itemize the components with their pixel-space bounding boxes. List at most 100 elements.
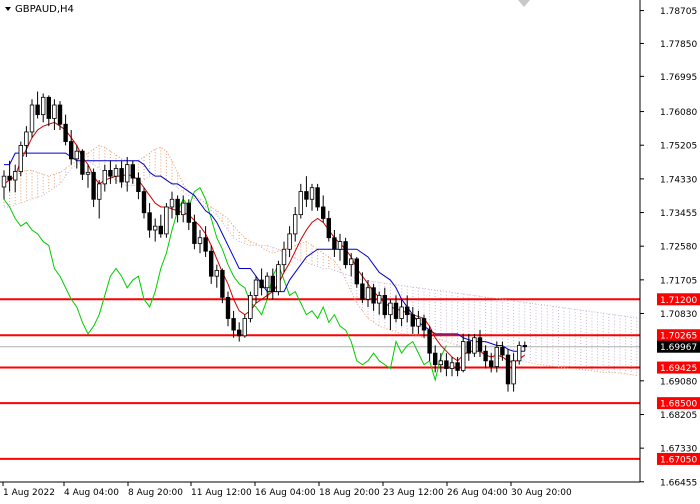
candle-body [376,295,382,304]
x-tick-label: 16 Aug 04:00 [255,488,316,498]
candle-body [326,218,331,239]
candle-body [41,96,46,116]
candle-body [164,206,169,235]
candle-body [449,362,455,369]
level-price-label: 1.71200 [660,296,697,306]
candle-body [220,270,225,298]
candle-body [35,104,40,116]
ichimoku-candlestick-chart: 1.78705 1.77850 1.76995 1.76080 1.75205 1.743… [0,0,700,500]
candle-body [63,123,68,142]
candle-body [102,170,107,185]
candle-body [7,175,12,181]
candle-body [472,337,477,354]
candle-body [225,296,231,319]
candle-body [24,131,29,146]
candle-body [466,341,471,354]
y-tick-label: 1.78705 [660,7,697,17]
candle-body [18,145,23,172]
candle-body [371,287,376,304]
candle-body [208,250,214,277]
candle-body [360,283,365,300]
candle-body [348,258,354,266]
candle-body [158,225,163,235]
candle-body [69,141,74,160]
candle-body [304,191,309,200]
candle-body [108,170,113,177]
candle-body [12,171,18,181]
candle-body [343,241,348,266]
x-tick-label: 30 Aug 20:00 [511,488,572,498]
candle-body [416,318,421,327]
candle-body [80,150,85,175]
candle-body [488,360,494,367]
y-tick-label: 1.73455 [660,209,697,219]
symbol-label: GBPAUD,H4 [15,4,74,15]
candle-body [298,191,303,216]
x-tick-label: 23 Aug 12:00 [383,488,444,498]
y-tick-label: 1.75205 [660,142,697,152]
level-price-label: 1.68500 [660,400,697,410]
candle-body [113,168,119,177]
candle-body [438,360,443,366]
candle-body [388,302,393,316]
x-tick-label: 18 Aug 20:00 [319,488,380,498]
y-tick-label: 1.77850 [660,40,697,50]
y-tick-label: 1.68205 [660,411,697,421]
y-tick-label: 1.76995 [660,73,697,83]
candle-body [354,258,359,285]
candle-body [119,168,124,183]
y-tick-label: 1.74330 [660,175,697,185]
candle-body [455,362,460,371]
y-tick-label: 1.76080 [660,108,697,118]
candle-body [477,337,483,352]
candle-body [404,306,410,316]
candle-body [444,360,449,369]
candle-body [315,187,320,208]
candle-body [203,237,208,252]
candle-body [175,198,180,216]
candle-body [427,329,432,354]
candle-body [74,150,79,160]
candle-body [287,233,292,250]
candle-body [152,225,158,231]
chart-background [0,0,700,500]
candle-body [382,295,387,316]
candle-body [421,318,427,331]
current-price-label: 1.69967 [660,343,697,353]
candle-body [410,314,415,327]
candle-body [393,302,399,319]
candle-body [460,341,466,371]
candle-body [494,346,499,367]
candle-body [332,237,337,250]
x-tick-label: 8 Aug 20:00 [128,488,183,498]
x-tick-label: 26 Aug 04:00 [447,488,508,498]
chart-area: 1.78705 1.77850 1.76995 1.76080 1.75205 1.743… [0,0,700,500]
candle-body [141,191,147,214]
candle-body [292,214,298,235]
y-tick-label: 1.72580 [660,243,697,253]
candle-body [281,248,287,266]
candle-body [505,354,511,385]
candle-body [169,198,175,208]
candle-body [517,345,522,362]
y-tick-label: 1.70830 [660,310,697,320]
candle-body [85,171,91,175]
candle-body [197,237,203,244]
candle-body [231,318,236,331]
candle-body [500,346,505,356]
candle-body [192,221,197,244]
candle-body [136,177,141,192]
candle-body [253,279,259,296]
candle-body [309,187,315,200]
candle-body [52,104,57,119]
candle-body [236,329,242,337]
candle-body [270,275,275,292]
level-price-label: 1.69425 [660,364,697,374]
candle-body [259,279,264,289]
candle-body [483,350,488,362]
x-tick-label: 11 Aug 12:00 [191,488,252,498]
candle-body [186,202,191,223]
y-tick-label: 1.66455 [660,478,697,488]
candle-body [242,318,247,337]
y-tick-label: 1.69080 [660,377,697,387]
